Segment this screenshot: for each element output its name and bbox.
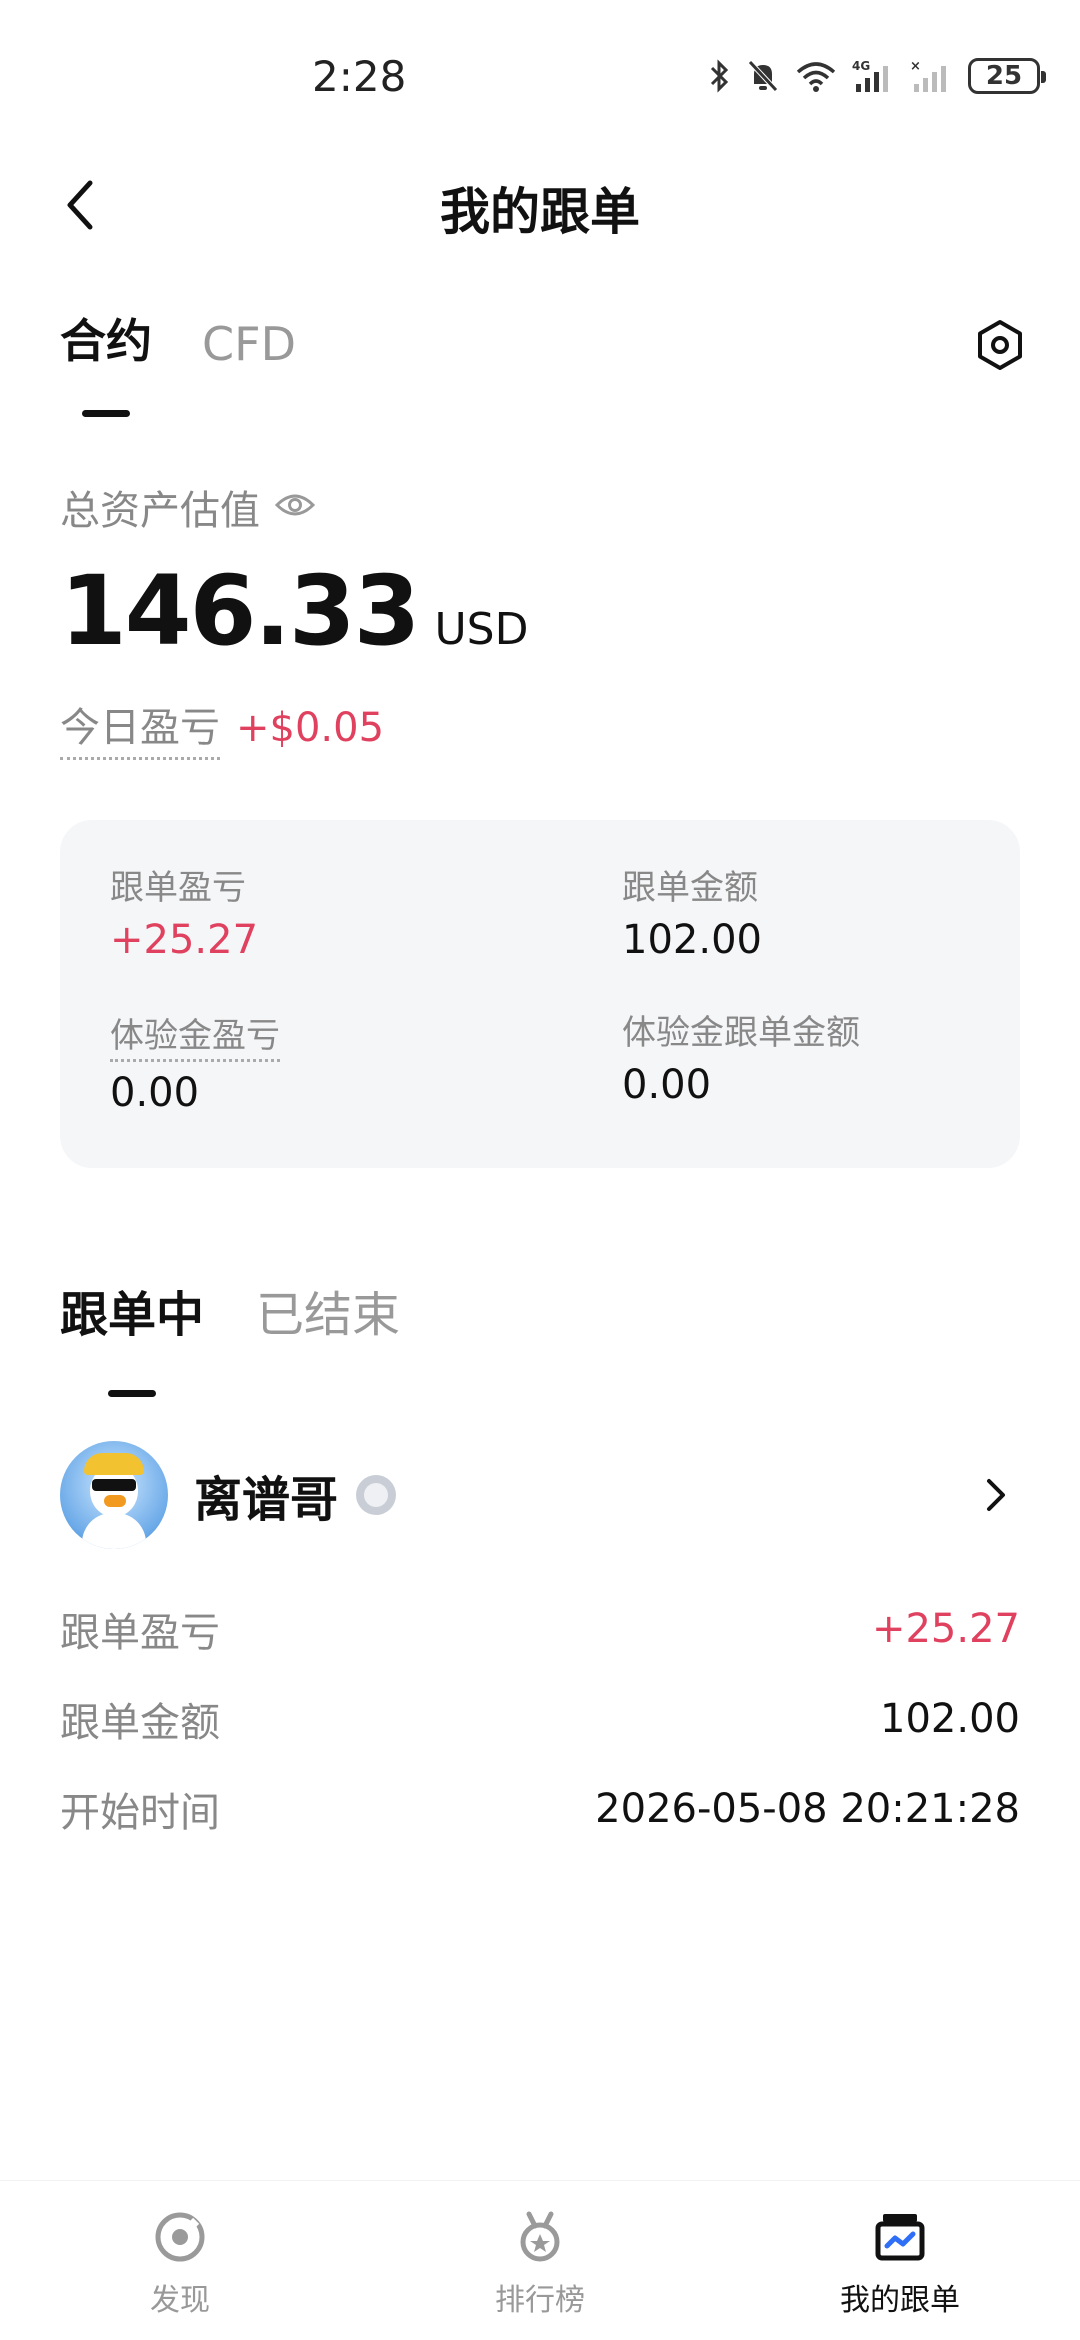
detail-pnl-value: +25.27 [871, 1606, 1020, 1652]
trader-detail-button[interactable] [976, 1475, 1016, 1515]
total-assets-label: 总资产估值 [60, 488, 260, 534]
stat-copy-pnl-value: +25.27 [110, 917, 259, 963]
battery-icon: 25 [968, 58, 1046, 94]
stat-trial-amount-value: 0.00 [622, 1062, 712, 1108]
svg-text:×: × [910, 59, 921, 74]
status-icons: 4G × 25 [708, 58, 1046, 94]
settings-button[interactable] [970, 315, 1030, 375]
today-pnl-row: 今日盈亏 +$0.05 [60, 695, 384, 760]
nav-label-my-copy-trade: 我的跟单 [840, 2283, 960, 2318]
stat-trial-amount-label: 体验金跟单金额 [622, 1013, 860, 1053]
total-assets-label-row: 总资产估值 [60, 478, 316, 536]
bluetooth-icon [710, 59, 729, 93]
stat-copy-amount-label: 跟单金额 [622, 868, 758, 908]
total-assets-currency: USD [434, 604, 529, 655]
detail-row-start-time: 开始时间 2026-05-08 20:21:28 [60, 1780, 1020, 1838]
stat-copy-pnl-label: 跟单盈亏 [110, 868, 246, 908]
nav-item-my-copy-trade[interactable]: 我的跟单 [720, 2181, 1080, 2340]
battery-level: 25 [985, 61, 1023, 91]
detail-amount-value: 102.00 [880, 1696, 1020, 1742]
header: 我的跟单 [0, 150, 1080, 260]
ranking-icon [512, 2209, 568, 2265]
bottom-nav: 发现 排行榜 我的跟单 [0, 2180, 1080, 2340]
detail-row-pnl: 跟单盈亏 +25.27 [60, 1600, 1020, 1658]
detail-row-amount: 跟单金额 102.00 [60, 1690, 1020, 1748]
mute-bell-icon [748, 60, 778, 92]
settings-hexagon-icon [978, 320, 1022, 370]
eye-icon [274, 494, 316, 516]
signal-4g-icon: 4G [852, 59, 888, 92]
my-copy-trade-icon [872, 2209, 928, 2265]
trader-row[interactable]: 离谱哥 [60, 1440, 1020, 1550]
stat-copy-amount: 跟单金额 102.00 [622, 860, 762, 963]
stat-trial-pnl-label[interactable]: 体验金盈亏 [110, 1008, 280, 1062]
nav-item-ranking[interactable]: 排行榜 [360, 2181, 720, 2340]
trader-name: 离谱哥 [194, 1472, 339, 1528]
today-pnl-value: +$0.05 [236, 704, 385, 751]
signal-no-service-icon: × [910, 59, 946, 92]
svg-text:4G: 4G [852, 59, 870, 73]
stat-trial-pnl-value: 0.00 [110, 1070, 200, 1116]
discover-icon [152, 2209, 208, 2265]
tab-cfd[interactable]: CFD [202, 317, 296, 371]
tab-ended[interactable]: 已结束 [256, 1275, 400, 1345]
tab-in-progress[interactable]: 跟单中 [60, 1275, 204, 1397]
stat-trial-amount: 体验金跟单金额 0.00 [622, 1005, 860, 1108]
tab-contract[interactable]: 合约 [60, 305, 152, 417]
eye-toggle[interactable] [274, 490, 316, 524]
detail-start-time-value: 2026-05-08 20:21:28 [595, 1786, 1020, 1832]
stat-trial-pnl: 体验金盈亏 0.00 [110, 1008, 280, 1116]
detail-amount-label: 跟单金额 [60, 1700, 220, 1746]
copy-stats-card: 跟单盈亏 +25.27 跟单金额 102.00 体验金盈亏 0.00 体验金跟单… [60, 820, 1020, 1168]
total-assets-value: 146.33 [60, 555, 420, 667]
nav-label-ranking: 排行榜 [495, 2283, 585, 2318]
silver-medal-icon [356, 1475, 397, 1515]
copy-status-tabs: 跟单中 已结束 [60, 1275, 400, 1397]
nav-item-discover[interactable]: 发现 [0, 2181, 360, 2340]
stat-copy-amount-value: 102.00 [622, 917, 762, 963]
status-bar: 2:28 4G × 25 [0, 0, 1080, 150]
nav-label-discover: 发现 [150, 2283, 210, 2318]
detail-start-time-label: 开始时间 [60, 1790, 220, 1836]
stat-copy-pnl: 跟单盈亏 +25.27 [110, 860, 258, 963]
status-time: 2:28 [312, 52, 407, 101]
page-title: 我的跟单 [440, 183, 640, 241]
top-tabs: 合约 CFD [60, 305, 296, 417]
chevron-right-icon [987, 1479, 1005, 1511]
detail-pnl-label: 跟单盈亏 [60, 1610, 220, 1656]
today-pnl-label[interactable]: 今日盈亏 [60, 695, 220, 760]
avatar [60, 1441, 168, 1549]
wifi-icon [796, 62, 836, 92]
total-assets-value-row: 146.33 USD [60, 555, 528, 667]
